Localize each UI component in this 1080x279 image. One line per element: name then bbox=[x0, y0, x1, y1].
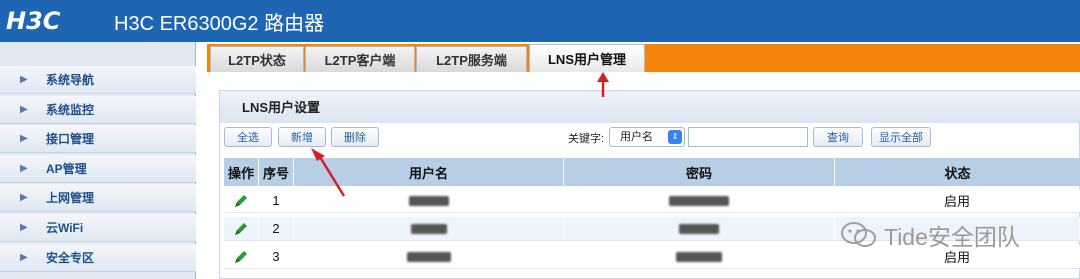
watermark: Tide安全团队 bbox=[840, 218, 1020, 252]
annotation-arrow-add bbox=[311, 148, 346, 197]
annotation-arrow-tab bbox=[597, 72, 609, 97]
router-admin-page: H3C H3C ER6300G2 路由器 ▶ 系统导航 ▶ 系统监控 ▶ 接口管… bbox=[0, 0, 1080, 279]
wechat-icon bbox=[841, 222, 876, 247]
watermark-text: Tide安全团队 bbox=[884, 224, 1020, 250]
